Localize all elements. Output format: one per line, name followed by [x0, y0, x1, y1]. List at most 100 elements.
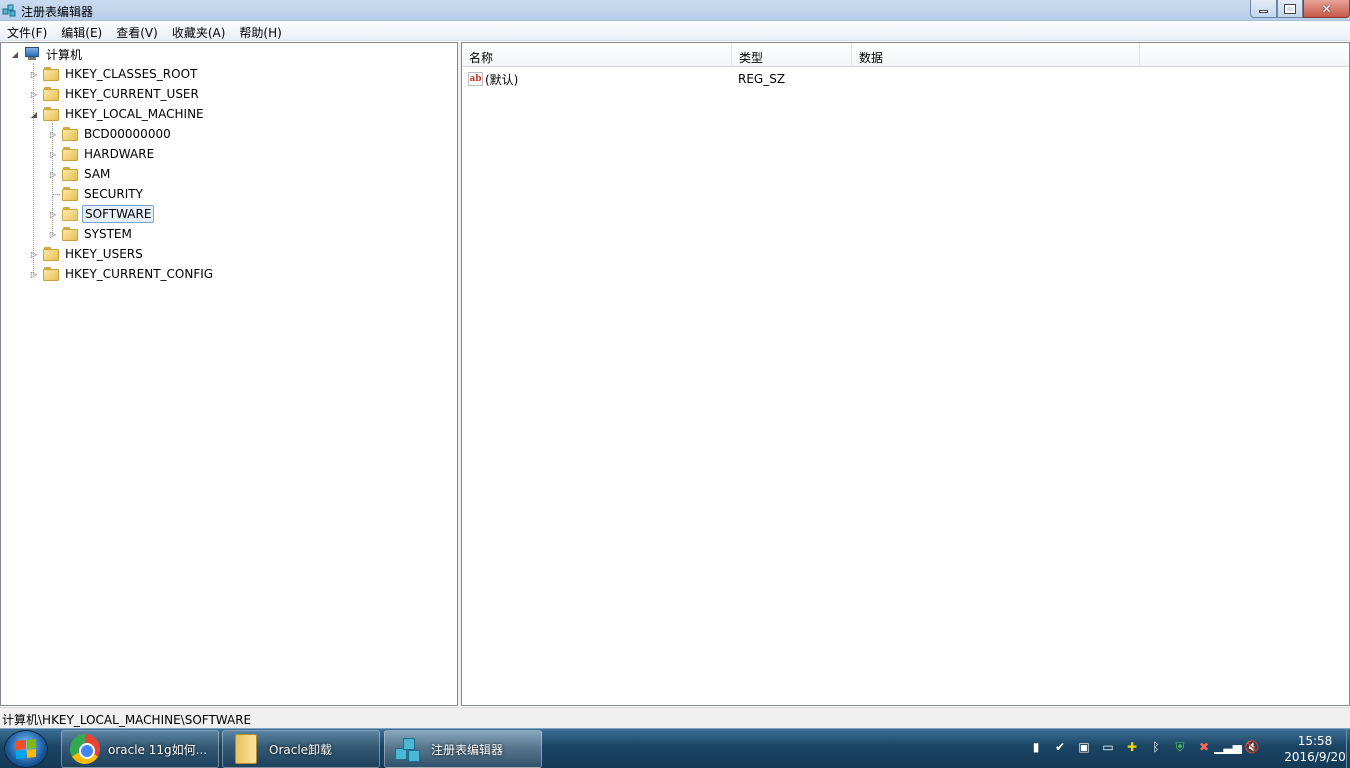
expand-arrow-icon[interactable]: ▷ [48, 149, 58, 159]
status-bar: 计算机\HKEY_LOCAL_MACHINE\SOFTWARE [0, 707, 1350, 728]
value-row[interactable]: ab (默认) REG_SZ [462, 69, 1349, 89]
display-icon[interactable]: ▭ [1100, 739, 1116, 755]
no-expander [48, 189, 58, 199]
tree-item-hkey-current-config[interactable]: ▷ HKEY_CURRENT_CONFIG [29, 264, 215, 284]
close-button[interactable]: ✕ [1303, 0, 1350, 18]
folder-icon [62, 147, 78, 161]
tree-item-software[interactable]: ▷ SOFTWARE [48, 204, 155, 224]
security-icon[interactable]: ✖ [1196, 739, 1212, 755]
taskbar: oracle 11g如何... Oracle卸载 注册表编辑器 ▮ ✔ ▣ ▭ … [0, 728, 1350, 768]
expand-arrow-icon[interactable]: ▷ [29, 269, 39, 279]
system-tray: ▮ ✔ ▣ ▭ ✚ ᛒ ⛨ ✖ ▁▃▅ 🔇 [1028, 739, 1260, 755]
folder-icon [62, 167, 78, 181]
battery-icon[interactable]: ▮ [1028, 739, 1044, 755]
column-header-data[interactable]: 数据 [852, 43, 1140, 67]
tree-item-label: BCD00000000 [84, 127, 171, 141]
value-name-cell: ab (默认) [462, 71, 732, 88]
collapse-arrow-icon[interactable]: ◢ [29, 109, 39, 119]
tree-item-label: SAM [84, 167, 111, 181]
taskbar-item-label: 注册表编辑器 [431, 742, 504, 757]
taskbar-item-label: oracle 11g如何... [108, 742, 208, 757]
shield-icon[interactable]: ⛨ [1172, 739, 1188, 755]
tree-item-system[interactable]: ▷ SYSTEM [48, 224, 134, 244]
expand-arrow-icon[interactable]: ▷ [48, 229, 58, 239]
title-bar: 注册表编辑器 ✕ [0, 0, 1350, 21]
tree-item-computer[interactable]: ◢ 计算机 [10, 44, 84, 64]
taskbar-item-folder[interactable]: Oracle卸载 [222, 730, 380, 768]
computer-icon [24, 47, 40, 61]
regedit-app-icon [2, 4, 16, 17]
collapse-arrow-icon[interactable]: ◢ [10, 49, 20, 59]
signal-icon[interactable]: ▁▃▅ [1214, 739, 1242, 755]
string-value-icon: ab [468, 72, 483, 86]
tree-item-label: HKEY_LOCAL_MACHINE [65, 107, 204, 121]
tree-item-label: 计算机 [46, 47, 83, 62]
expand-arrow-icon[interactable]: ▷ [29, 89, 39, 99]
close-icon: ✕ [1321, 1, 1332, 16]
tree-item-label: SECURITY [84, 187, 143, 201]
update-icon[interactable]: ✚ [1124, 739, 1140, 755]
tree-item-hkey-users[interactable]: ▷ HKEY_USERS [29, 244, 145, 264]
tree-item-label: HKEY_CURRENT_USER [65, 87, 199, 101]
folder-icon [62, 207, 78, 221]
folder-icon [43, 107, 59, 121]
expand-arrow-icon[interactable]: ▷ [29, 249, 39, 259]
tree-item-label: HKEY_USERS [65, 247, 143, 261]
tree-item-label: SYSTEM [84, 227, 132, 241]
menu-help[interactable]: 帮助(H) [232, 21, 288, 41]
chrome-icon [70, 734, 100, 764]
menu-edit[interactable]: 编辑(E) [54, 21, 109, 41]
taskbar-clock[interactable]: 15:58 2016/9/20 [1284, 733, 1346, 765]
registry-tree[interactable]: ◢ 计算机 ▷ HKEY_CLASSES_ROOT ▷ HKEY_CURRENT… [0, 42, 458, 706]
value-type: REG_SZ [738, 72, 786, 86]
device-icon[interactable]: ▣ [1076, 739, 1092, 755]
column-header-name[interactable]: 名称 [462, 43, 732, 67]
taskbar-item-chrome[interactable]: oracle 11g如何... [61, 730, 219, 768]
values-list[interactable]: 名称 类型 数据 ab (默认) REG_SZ [461, 42, 1350, 706]
taskbar-item-regedit[interactable]: 注册表编辑器 [384, 730, 542, 768]
expand-arrow-icon[interactable]: ▷ [48, 169, 58, 179]
tree-item-hkey-current-user[interactable]: ▷ HKEY_CURRENT_USER [29, 84, 201, 104]
tree-item-label: HKEY_CURRENT_CONFIG [65, 267, 214, 281]
expand-arrow-icon[interactable]: ▷ [48, 209, 58, 219]
maximize-icon [1284, 3, 1296, 14]
folder-icon [62, 127, 78, 141]
folder-icon [62, 227, 78, 241]
tree-item-hkey-classes-root[interactable]: ▷ HKEY_CLASSES_ROOT [29, 64, 199, 84]
window-controls: ✕ [1250, 0, 1350, 18]
folder-icon [231, 734, 261, 764]
expand-arrow-icon[interactable]: ▷ [48, 129, 58, 139]
tree-item-hardware[interactable]: ▷ HARDWARE [48, 144, 156, 164]
menu-bar: 文件(F) 编辑(E) 查看(V) 收藏夹(A) 帮助(H) [0, 21, 1350, 41]
tree-item-label: HKEY_CLASSES_ROOT [65, 67, 198, 81]
clock-date: 2016/9/20 [1284, 750, 1346, 764]
tree-item-label: SOFTWARE [82, 205, 155, 223]
column-header-type[interactable]: 类型 [732, 43, 852, 67]
menu-file[interactable]: 文件(F) [0, 21, 54, 41]
folder-icon [62, 187, 78, 201]
folder-icon [43, 67, 59, 81]
folder-icon [43, 87, 59, 101]
tree-item-bcd00000000[interactable]: ▷ BCD00000000 [48, 124, 173, 144]
value-name: (默认) [485, 72, 519, 87]
network-check-icon[interactable]: ✔ [1052, 739, 1068, 755]
start-button[interactable] [4, 730, 48, 768]
tree-item-sam[interactable]: ▷ SAM [48, 164, 112, 184]
folder-icon [43, 267, 59, 281]
expand-arrow-icon[interactable]: ▷ [29, 69, 39, 79]
maximize-button[interactable] [1277, 0, 1303, 18]
volume-mute-icon[interactable]: 🔇 [1244, 739, 1260, 755]
values-header: 名称 类型 数据 [462, 43, 1349, 67]
regedit-icon [393, 734, 423, 764]
tree-item-security[interactable]: SECURITY [48, 184, 145, 204]
minimize-button[interactable] [1250, 0, 1277, 18]
menu-favorites[interactable]: 收藏夹(A) [165, 21, 233, 41]
taskbar-item-label: Oracle卸载 [269, 742, 333, 757]
show-desktop-button[interactable] [1346, 729, 1350, 768]
windows-logo-icon [16, 738, 36, 760]
status-path: 计算机\HKEY_LOCAL_MACHINE\SOFTWARE [2, 713, 252, 727]
tree-item-hkey-local-machine[interactable]: ◢ HKEY_LOCAL_MACHINE [29, 104, 206, 124]
folder-icon [43, 247, 59, 261]
bluetooth-icon[interactable]: ᛒ [1148, 739, 1164, 755]
menu-view[interactable]: 查看(V) [109, 21, 165, 41]
